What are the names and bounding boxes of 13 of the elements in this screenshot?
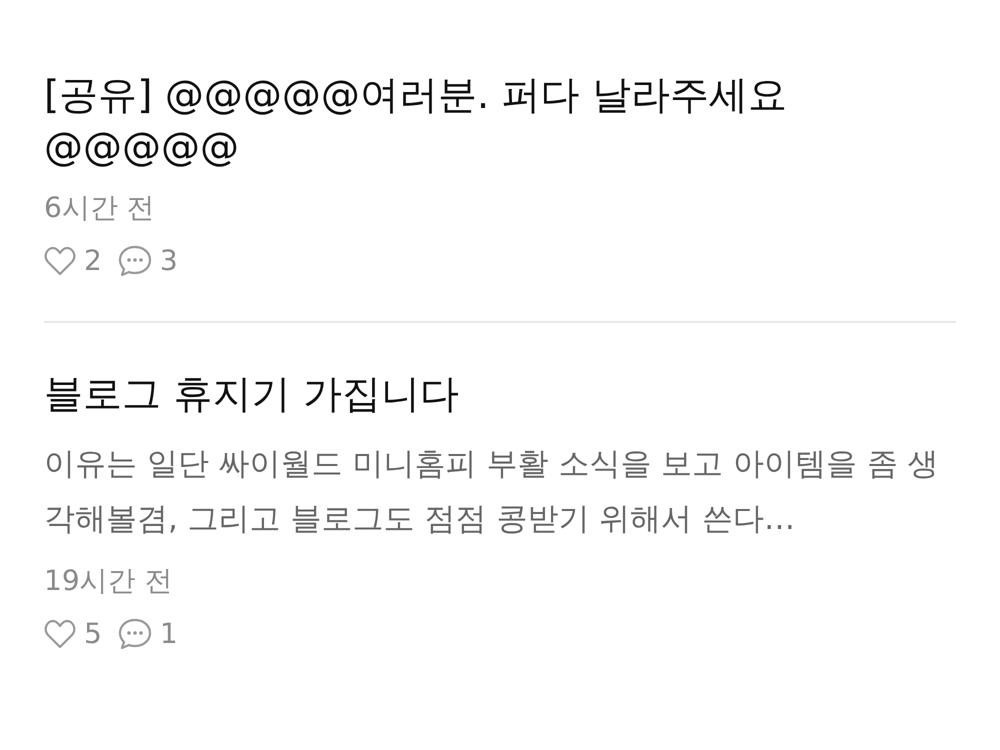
comment-count: 1 xyxy=(160,617,178,650)
post-preview: 이유는 일단 싸이월드 미니홈피 부활 소식을 보고 아이템을 좀 생각해볼겸, 그리고 블로그도 점점 콩받기 위해서 쓴다… xyxy=(44,445,940,539)
like-count: 2 xyxy=(84,244,102,277)
post-time: 6시간 전 xyxy=(44,190,156,226)
comment-icon[interactable] xyxy=(118,244,152,276)
comment-icon[interactable] xyxy=(118,618,152,650)
like-count: 5 xyxy=(84,617,102,650)
comment-count: 3 xyxy=(160,244,178,277)
post-title[interactable]: [공유] @@@@@여러분. 퍼다 날라주세요 @@@@@ xyxy=(44,70,844,174)
heart-icon[interactable] xyxy=(44,246,76,276)
post-time: 19시간 전 xyxy=(44,563,174,599)
post-title[interactable]: 블로그 휴지기 가집니다 xyxy=(44,369,956,421)
heart-icon[interactable] xyxy=(44,618,76,648)
